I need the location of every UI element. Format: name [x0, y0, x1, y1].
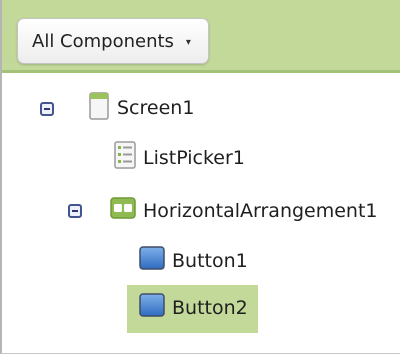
collapse-toggle-icon[interactable]	[40, 102, 54, 116]
chevron-down-icon: ▾	[185, 36, 191, 48]
tree-node-horizontalarrangement1[interactable]: HorizontalArrangement1	[2, 190, 400, 234]
dropdown-label: All Components	[32, 30, 174, 52]
tree-node-listpicker1[interactable]: ListPicker1	[2, 137, 400, 181]
component-tree: Screen1 ListPicker1 HorizontalArrangemen…	[2, 73, 400, 353]
tree-node-screen1[interactable]: Screen1	[2, 87, 400, 131]
collapse-toggle-icon[interactable]	[68, 204, 82, 218]
tree-node-label: Button1	[172, 250, 248, 272]
tree-node-button2[interactable]: Button2	[2, 287, 400, 331]
button-icon	[139, 246, 165, 270]
components-header: All Components ▾	[2, 0, 400, 73]
button-icon	[139, 293, 165, 317]
tree-node-label: ListPicker1	[143, 147, 245, 169]
tree-node-button1[interactable]: Button1	[2, 240, 400, 284]
tree-node-label: HorizontalArrangement1	[143, 200, 378, 222]
screen-icon	[89, 92, 109, 120]
component-filter-dropdown[interactable]: All Components ▾	[17, 18, 209, 64]
horizontal-arrangement-icon	[110, 197, 136, 219]
list-picker-icon	[114, 141, 136, 169]
tree-node-label: Screen1	[117, 97, 195, 119]
tree-node-label: Button2	[172, 297, 248, 319]
